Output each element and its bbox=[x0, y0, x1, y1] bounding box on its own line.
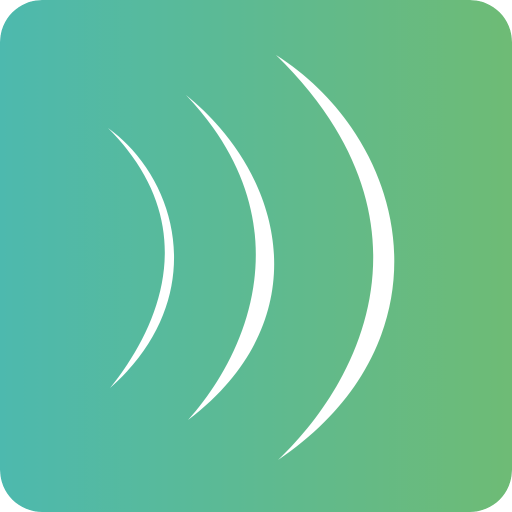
sound-waves-icon bbox=[0, 0, 512, 512]
app-icon[interactable] bbox=[0, 0, 512, 512]
